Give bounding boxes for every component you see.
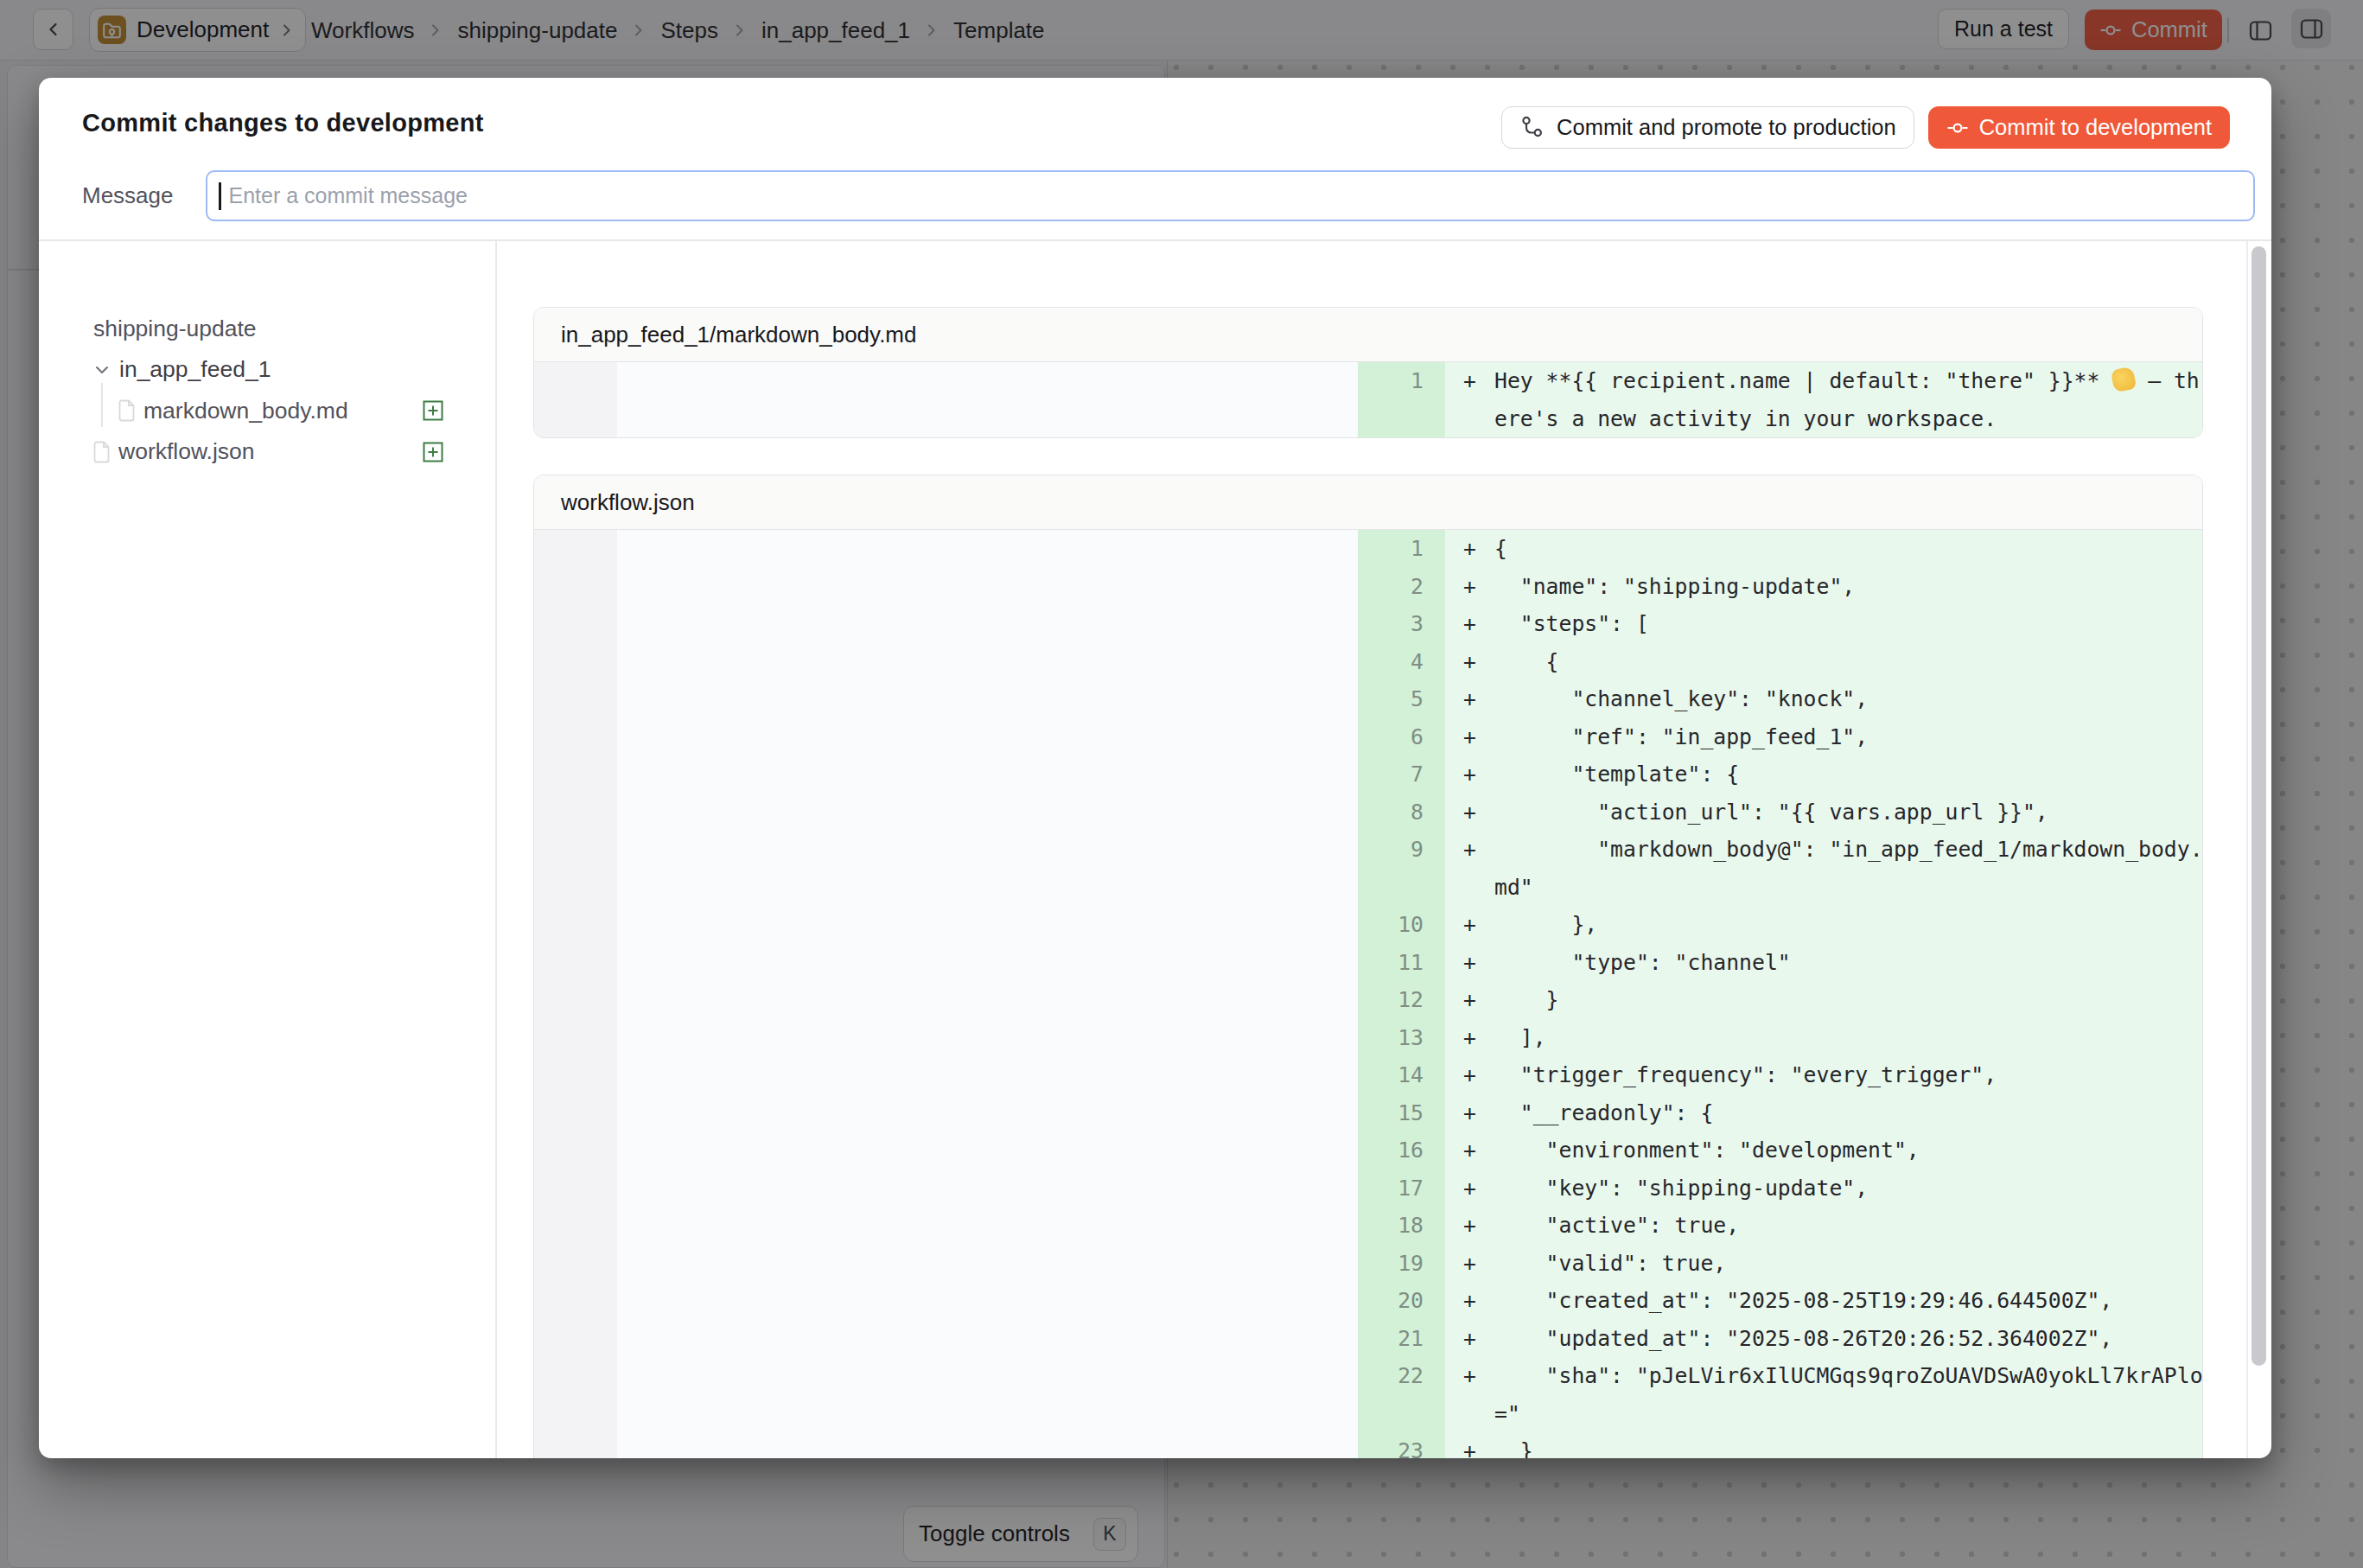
modal-title: Commit changes to development: [82, 109, 484, 137]
message-label: Message: [82, 182, 174, 209]
app-screen: Toggle controls K Development Workflowss…: [0, 0, 2363, 1568]
sidebar-divider: [495, 241, 497, 1459]
scrollbar-thumb[interactable]: [2252, 246, 2266, 1366]
commit-message-input[interactable]: Enter a commit message: [206, 170, 2255, 221]
diff-line: 20+ "created_at": "2025-08-25T19:29:46.6…: [534, 1282, 2202, 1320]
diff-line: 2+ "name": "shipping-update",: [534, 568, 2202, 606]
input-placeholder: Enter a commit message: [229, 183, 468, 208]
added-file-icon: [423, 442, 443, 462]
diff-line: 15+ "__readonly": {: [534, 1094, 2202, 1132]
commit-to-development-button[interactable]: Commit to development: [1928, 106, 2230, 149]
modal-body: shipping-updatein_app_feed_1markdown_bod…: [39, 241, 2271, 1459]
diff-line: 17+ "key": "shipping-update",: [534, 1170, 2202, 1208]
diff-list: in_app_feed_1/markdown_body.md1+Hey **{{…: [533, 241, 2203, 1459]
diff-line: 3+ "steps": [: [534, 605, 2202, 643]
diff-file-header: in_app_feed_1/markdown_body.md: [534, 308, 2202, 362]
diff-line: 5+ "channel_key": "knock",: [534, 680, 2202, 718]
commit-modal: Commit changes to development Commit and…: [39, 78, 2271, 1458]
file-icon: [93, 441, 111, 463]
diff-line: 14+ "trigger_frequency": "every_trigger"…: [534, 1056, 2202, 1094]
diff-line: 21+ "updated_at": "2025-08-26T20:26:52.3…: [534, 1320, 2202, 1358]
added-file-icon: [423, 400, 443, 421]
commit-and-promote-button[interactable]: Commit and promote to production: [1501, 106, 1914, 149]
text-caret: [219, 182, 221, 210]
diff-line: 7+ "template": {: [534, 755, 2202, 794]
tree-root-label[interactable]: shipping-update: [39, 309, 495, 350]
diff-file-workflow.json: workflow.json1+{2+ "name": "shipping-upd…: [533, 475, 2203, 1458]
diff-line: 22+ "sha": "pJeLVir6xIlUCMGqs9qroZoUAVDS…: [534, 1357, 2202, 1432]
tree-indent-line: [101, 383, 103, 427]
diff-line: 6+ "ref": "in_app_feed_1",: [534, 718, 2202, 756]
diff-line: 11+ "type": "channel": [534, 944, 2202, 982]
diff-line: 1+Hey **{{ recipient.name | default: "th…: [534, 362, 2202, 437]
chevron-down-icon: [93, 361, 111, 379]
diff-file-header: workflow.json: [534, 475, 2202, 530]
tree-file-workflow.json[interactable]: workflow.json: [39, 431, 495, 473]
diff-file-in_app_feed_1/markdown_body.md: in_app_feed_1/markdown_body.md1+Hey **{{…: [533, 307, 2203, 438]
diff-line: 13+ ],: [534, 1019, 2202, 1057]
diff-line: 23+ }: [534, 1432, 2202, 1458]
file-tree: shipping-updatein_app_feed_1markdown_bod…: [39, 241, 495, 473]
commit-icon: [1946, 117, 1969, 139]
diff-line: 1+{: [534, 530, 2202, 568]
scrollbar-track: [2246, 241, 2248, 1459]
waving-hand-emoji: [2111, 367, 2137, 393]
diff-line: 19+ "valid": true,: [534, 1245, 2202, 1283]
diff-line: 16+ "environment": "development",: [534, 1131, 2202, 1170]
diff-line: 10+ },: [534, 906, 2202, 944]
diff-line: 4+ {: [534, 643, 2202, 681]
file-icon: [118, 399, 136, 422]
diff-line: 9+ "markdown_body@": "in_app_feed_1/mark…: [534, 831, 2202, 906]
tree-file-markdown_body.md[interactable]: markdown_body.md: [39, 391, 495, 432]
diff-line: 12+ }: [534, 981, 2202, 1019]
diff-line: 8+ "action_url": "{{ vars.app_url }}",: [534, 794, 2202, 832]
tree-folder-in_app_feed_1[interactable]: in_app_feed_1: [39, 349, 495, 391]
diff-line: 18+ "active": true,: [534, 1207, 2202, 1245]
promote-icon: [1519, 115, 1545, 141]
